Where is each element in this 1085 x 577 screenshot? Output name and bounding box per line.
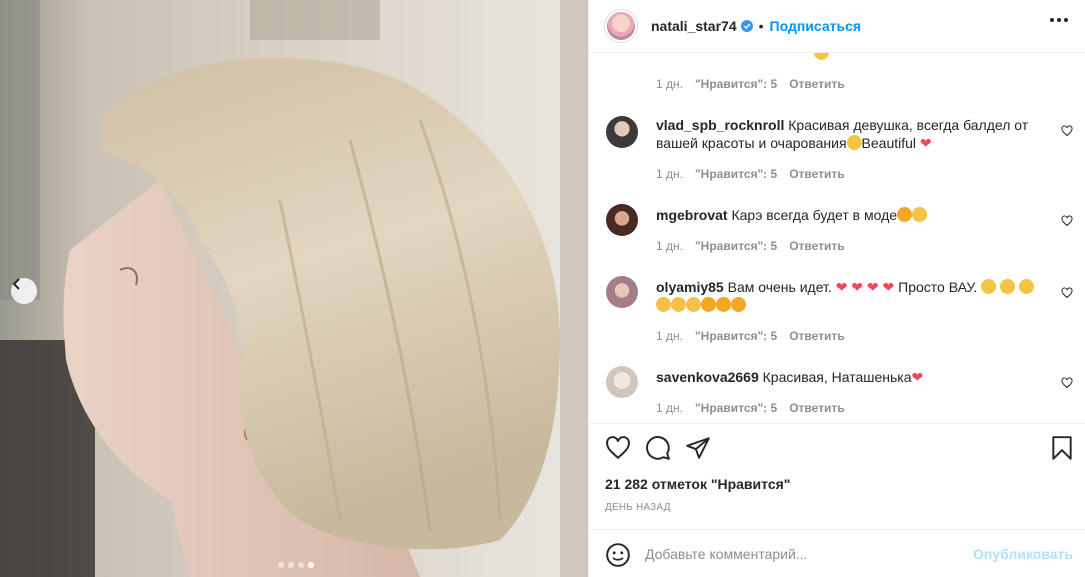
commenter-avatar[interactable] — [606, 276, 638, 308]
share-icon[interactable] — [685, 435, 711, 461]
verified-badge-icon — [740, 20, 753, 32]
comment-meta: 1 дн. "Нравится": 5 Ответить — [656, 239, 845, 253]
header-separator: • — [758, 18, 764, 34]
follow-button[interactable]: Подписаться — [770, 18, 862, 34]
carousel-dot — [278, 562, 284, 568]
post-photo[interactable] — [0, 0, 588, 577]
author-avatar[interactable] — [605, 10, 637, 42]
fire-emoji-icon — [731, 297, 746, 312]
smile-icon[interactable] — [605, 542, 631, 568]
red-heart-emoji-icon: ❤ — [911, 369, 924, 385]
comment-meta: 1 дн. "Нравится": 5 Ответить — [656, 329, 845, 343]
comment-username[interactable]: mgebrovat — [656, 207, 728, 223]
comment-likes[interactable]: "Нравится": 5 — [695, 77, 777, 91]
add-comment-bar: Опубликовать — [589, 529, 1085, 577]
heart-eyes-emoji-icon — [981, 279, 997, 294]
post-side-panel: natali_star74 • Подписаться 1 дн. "Нрави… — [588, 0, 1085, 577]
clap-emoji-icon — [656, 297, 671, 312]
chevron-left-icon — [12, 278, 20, 290]
clap-emoji-icon — [686, 297, 701, 312]
comment-meta: 1 дн. "Нравится": 5 Ответить — [656, 401, 845, 415]
emoji-icon — [814, 53, 829, 60]
comment-username[interactable]: olyamiy85 — [656, 279, 724, 295]
like-comment-heart-icon[interactable] — [1061, 377, 1073, 389]
comment-body: Карэ всегда будет в моде — [731, 207, 898, 223]
raised-hands-emoji-icon — [912, 207, 928, 222]
like-comment-heart-icon[interactable] — [1061, 287, 1073, 299]
comment-username[interactable]: savenkova2669 — [656, 369, 759, 385]
carousel-dot — [298, 562, 304, 568]
likes-count[interactable]: 21 282 отметок "Нравится" — [605, 476, 790, 492]
heart-eyes-emoji-icon — [846, 135, 862, 150]
comment-text: olyamiy85 Вам очень идет. ❤ ❤ ❤ ❤ Просто… — [656, 278, 1041, 314]
comment-time[interactable]: 1 дн. — [656, 167, 683, 181]
comments-list: 1 дн. "Нравится": 5 Ответить vlad_spb_ro… — [589, 53, 1085, 423]
publish-button[interactable]: Опубликовать — [973, 546, 1073, 562]
comment-likes[interactable]: "Нравится": 5 — [695, 401, 777, 415]
reply-button[interactable]: Ответить — [789, 401, 844, 415]
reply-button[interactable]: Ответить — [789, 77, 844, 91]
comment-likes[interactable]: "Нравится": 5 — [695, 329, 777, 343]
comment-meta: 1 дн. "Нравится": 5 Ответить — [656, 77, 845, 91]
carousel-dot — [288, 562, 294, 568]
comment-input[interactable] — [645, 543, 965, 565]
author-username[interactable]: natali_star74 — [651, 18, 737, 34]
like-comment-heart-icon[interactable] — [1061, 215, 1073, 227]
comment-body: Красивая, Наташенька — [762, 369, 912, 385]
comment-body-extra: Просто ВАУ. — [898, 279, 978, 295]
comment-icon[interactable] — [645, 435, 671, 461]
carousel-dot-active — [308, 562, 314, 568]
bookmark-icon[interactable] — [1049, 435, 1075, 461]
carousel-prev-button[interactable] — [11, 278, 37, 304]
more-options-icon[interactable] — [1050, 18, 1068, 22]
commenter-avatar[interactable] — [606, 366, 638, 398]
carousel-indicator — [278, 562, 314, 568]
post-header: natali_star74 • Подписаться — [589, 0, 1085, 52]
heart-eyes-emoji-icon — [1018, 279, 1034, 294]
red-heart-emoji-icon: ❤ ❤ ❤ ❤ — [835, 279, 895, 295]
comment-text: savenkova2669 Красивая, Наташенька❤ — [656, 368, 1041, 386]
post-actions — [589, 423, 1085, 471]
comment-likes[interactable]: "Нравится": 5 — [695, 167, 777, 181]
commenter-avatar[interactable] — [606, 204, 638, 236]
heart-icon[interactable] — [605, 435, 631, 461]
comment-username[interactable]: vlad_spb_rocknroll — [656, 117, 784, 133]
comment-meta: 1 дн. "Нравится": 5 Ответить — [656, 167, 845, 181]
reply-button[interactable]: Ответить — [789, 239, 844, 253]
fire-emoji-icon — [716, 297, 731, 312]
fire-emoji-icon — [897, 207, 913, 222]
comment-time[interactable]: 1 дн. — [656, 329, 683, 343]
like-comment-heart-icon[interactable] — [1061, 125, 1073, 137]
heart-eyes-emoji-icon — [1000, 279, 1016, 294]
comment-text: mgebrovat Карэ всегда будет в моде — [656, 206, 1041, 224]
comment-time[interactable]: 1 дн. — [656, 77, 683, 91]
comment-text: vlad_spb_rocknroll Красивая девушка, все… — [656, 116, 1041, 152]
reply-button[interactable]: Ответить — [789, 329, 844, 343]
clap-emoji-icon — [671, 297, 686, 312]
comment-time[interactable]: 1 дн. — [656, 401, 683, 415]
commenter-avatar[interactable] — [606, 116, 638, 148]
post-timestamp[interactable]: день назад — [605, 502, 671, 513]
red-heart-emoji-icon: ❤ — [919, 135, 932, 151]
comment-body-extra: Beautiful — [861, 135, 917, 151]
comment-time[interactable]: 1 дн. — [656, 239, 683, 253]
comment-body: Вам очень идет. — [727, 279, 832, 295]
comment-likes[interactable]: "Нравится": 5 — [695, 239, 777, 253]
fire-emoji-icon — [701, 297, 716, 312]
photo-illustration — [0, 0, 588, 577]
reply-button[interactable]: Ответить — [789, 167, 844, 181]
